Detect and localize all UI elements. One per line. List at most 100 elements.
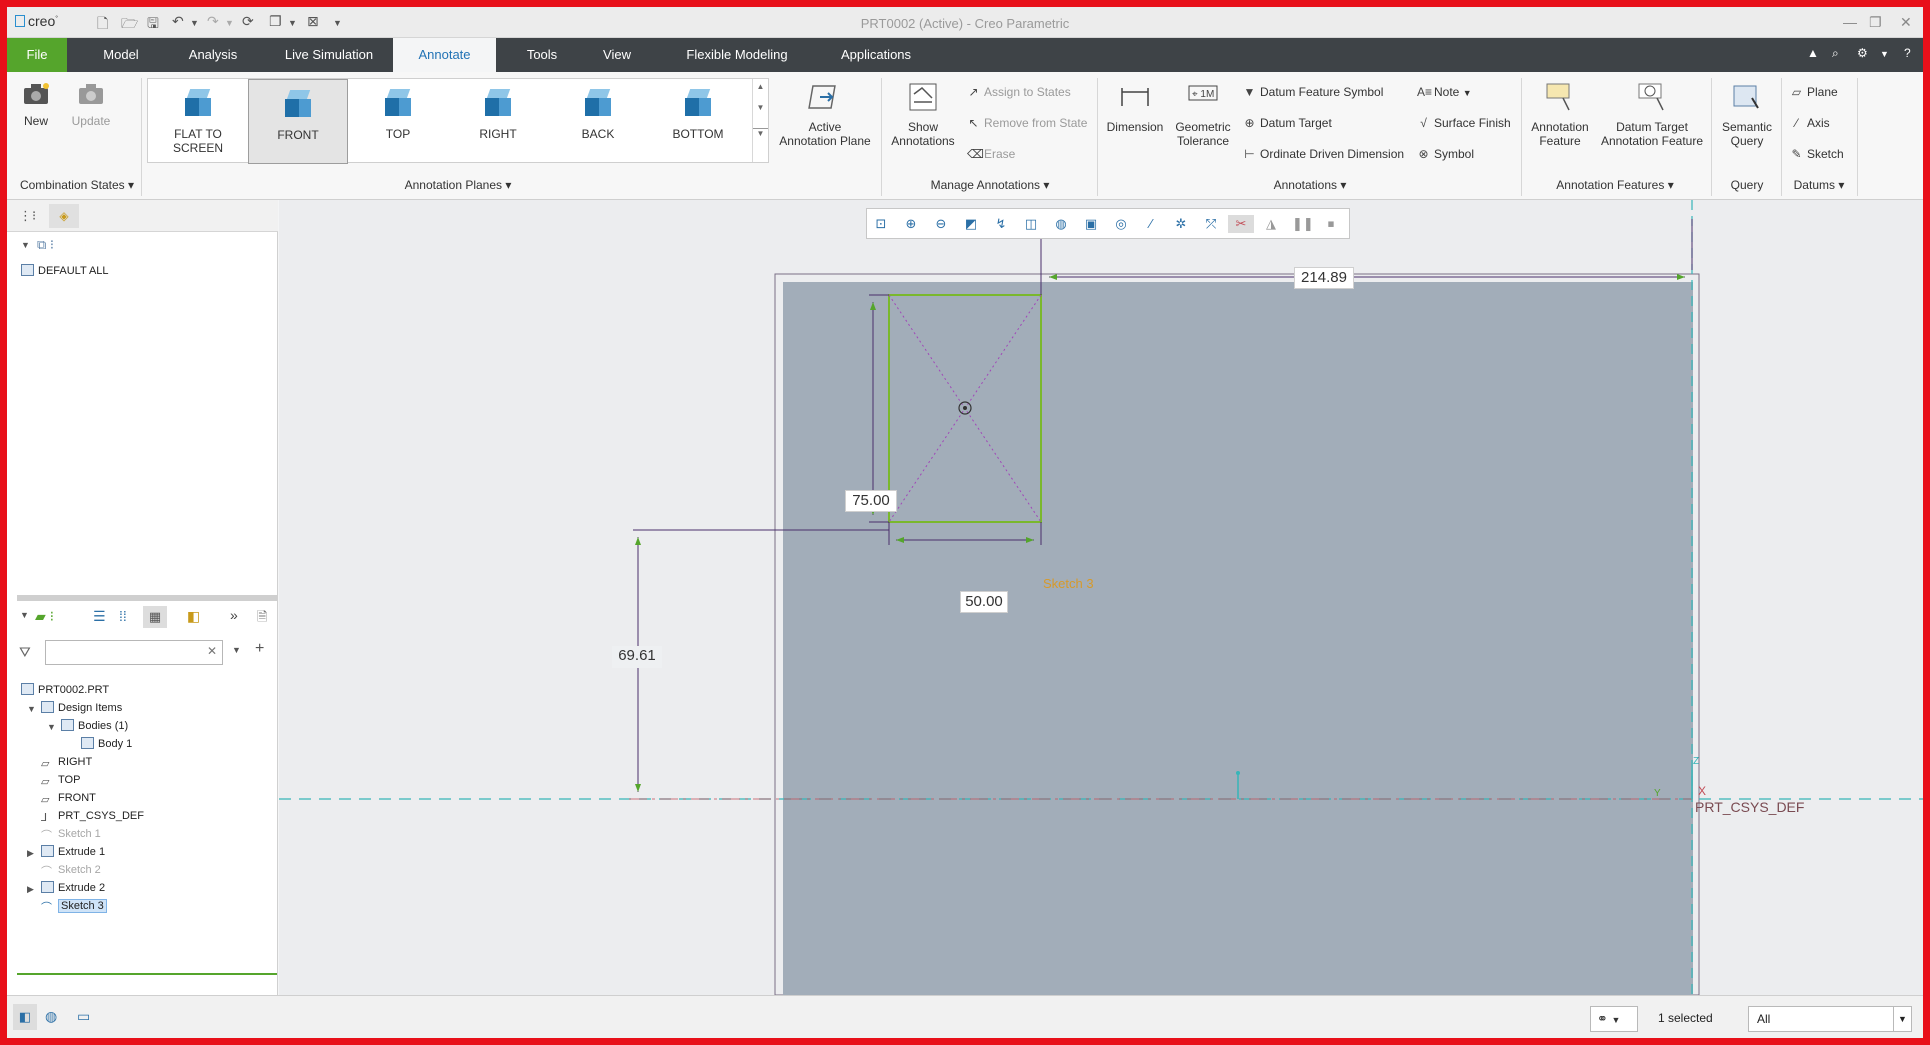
annotation-feature-button[interactable]: Annotation Feature xyxy=(1525,80,1595,148)
assign-to-states-button[interactable]: ↗ Assign to States xyxy=(967,85,1070,99)
tab-applications[interactable]: Applications xyxy=(825,38,927,72)
tab-tools[interactable]: Tools xyxy=(512,38,572,72)
tab-live-simulation[interactable]: Live Simulation xyxy=(270,38,388,72)
clear-search-icon[interactable]: ✕ xyxy=(207,644,217,658)
insert-here-marker[interactable] xyxy=(17,973,277,975)
annotation-display-icon[interactable]: ✲ xyxy=(1172,215,1190,233)
expand-extrude-2-icon[interactable]: ▶ xyxy=(27,884,34,895)
tab-annotate[interactable]: Annotate xyxy=(393,38,496,72)
repaint-icon[interactable]: ◩ xyxy=(962,215,980,233)
tree-item-extrude-1[interactable]: Extrude 1 xyxy=(41,844,105,860)
plane-flat-to-screen[interactable]: FLAT TO SCREEN xyxy=(148,79,248,164)
find-dropdown-icon[interactable]: ▼ xyxy=(1612,1015,1621,1025)
semantic-query-button[interactable]: Semantic Query xyxy=(1715,80,1779,148)
dimension-214-89[interactable]: 214.89 xyxy=(1294,267,1354,289)
layers-icon[interactable]: ⧉ ⁝ xyxy=(37,237,54,253)
dimension-button[interactable]: Dimension xyxy=(1101,80,1169,134)
search-icon[interactable]: ⌕ xyxy=(1832,46,1839,61)
annotation-features-group-label[interactable]: Annotation Features ▾ xyxy=(1525,178,1705,192)
refit-icon[interactable]: ⊡ xyxy=(872,215,890,233)
selection-filter-select[interactable]: All ▼ xyxy=(1748,1006,1912,1032)
tree-item-top-plane[interactable]: ▱ TOP xyxy=(41,772,80,788)
search-options-dropdown-icon[interactable]: ▼ xyxy=(232,645,241,655)
tree-item-csys[interactable]: ⅃ PRT_CSYS_DEF xyxy=(41,808,144,824)
model-canvas[interactable]: Z Y xyxy=(279,200,1923,995)
show-browser-icon[interactable]: ◍ xyxy=(45,1008,57,1025)
datum-plane-button[interactable]: ▱ Plane xyxy=(1790,85,1838,99)
filter-icon[interactable]: ⛛ xyxy=(19,644,31,661)
sketch-view-icon[interactable]: ✂ xyxy=(1228,215,1254,233)
tree-item-sketch-3[interactable]: ⌒ Sketch 3 xyxy=(41,898,107,914)
plane-bottom[interactable]: BOTTOM xyxy=(648,79,748,164)
tree-filter-view-icon[interactable]: ▦ xyxy=(143,606,167,628)
more-icon[interactable]: » xyxy=(230,607,238,623)
panel-splitter[interactable] xyxy=(17,595,277,601)
dimension-75-00[interactable]: 75.00 xyxy=(845,490,897,512)
view-manager-icon[interactable]: ▣ xyxy=(1082,215,1100,233)
pause-icon[interactable]: ❚❚ xyxy=(1292,215,1314,233)
gallery-scroll[interactable]: ▲ ▼ ▼ xyxy=(752,79,768,162)
tree-item-part[interactable]: PRT0002.PRT xyxy=(21,682,109,698)
tree-collapse-icon[interactable]: ▼ xyxy=(20,610,29,620)
show-navigator-icon[interactable]: ◧ xyxy=(13,1004,37,1030)
saved-orientations-icon[interactable]: ◍ xyxy=(1052,215,1070,233)
tab-analysis[interactable]: Analysis xyxy=(177,38,249,72)
datum-sketch-button[interactable]: ✎ Sketch xyxy=(1790,147,1843,161)
tree-item-body-1[interactable]: Body 1 xyxy=(81,736,132,752)
tree-item-right-plane[interactable]: ▱ RIGHT xyxy=(41,754,92,770)
help-icon[interactable]: ? xyxy=(1904,46,1911,60)
update-combination-state-button[interactable]: Update xyxy=(71,80,111,128)
datums-group-label[interactable]: Datums ▾ xyxy=(1783,178,1855,192)
tree-item-sketch-1[interactable]: ⌒ Sketch 1 xyxy=(41,826,101,842)
minimize-icon[interactable]: — xyxy=(1843,14,1857,30)
annotation-planes-group-label[interactable]: Annotation Planes ▾ xyxy=(147,178,769,192)
stop-icon[interactable]: ⏹ xyxy=(1322,215,1340,233)
new-combination-state-button[interactable]: New xyxy=(21,80,51,128)
add-column-icon[interactable]: + xyxy=(255,640,264,658)
scroll-up-icon[interactable]: ▲ xyxy=(753,82,768,91)
zoom-out-icon[interactable]: ⊖ xyxy=(932,215,950,233)
orient-icon[interactable]: ↯ xyxy=(992,215,1010,233)
datum-axis-button[interactable]: ⁄ Axis xyxy=(1790,116,1829,130)
combination-states-group-label[interactable]: Combination States ▾ xyxy=(14,178,140,192)
show-annotations-button[interactable]: Show Annotations xyxy=(885,80,961,148)
plane-back[interactable]: BACK xyxy=(548,79,648,164)
note-button[interactable]: A≡ Note ▼ xyxy=(1417,85,1472,99)
tab-model[interactable]: Model xyxy=(85,38,157,72)
active-annotation-plane-button[interactable]: Active Annotation Plane xyxy=(775,80,875,148)
layer-expand-icon[interactable]: ▼ xyxy=(21,240,30,250)
find-button[interactable]: ⚭ ▼ xyxy=(1590,1006,1638,1032)
datum-feature-symbol-button[interactable]: ▼ Datum Feature Symbol xyxy=(1243,85,1384,99)
surface-finish-button[interactable]: √ Surface Finish xyxy=(1417,116,1511,130)
tree-item-design-items[interactable]: Design Items xyxy=(41,700,122,716)
display-style-icon[interactable]: ◫ xyxy=(1022,215,1040,233)
tree-search-input[interactable]: ✕ xyxy=(45,640,223,665)
selected-count[interactable]: 1 selected xyxy=(1650,1006,1740,1032)
plane-right[interactable]: RIGHT xyxy=(448,79,548,164)
settings-doc-icon[interactable]: 🗎 xyxy=(257,608,267,630)
tree-item-extrude-2[interactable]: Extrude 2 xyxy=(41,880,105,896)
geometric-tolerance-button[interactable]: ⌖ 1M Geometric Tolerance xyxy=(1169,80,1237,148)
datum-display-icon[interactable]: ⁄ xyxy=(1142,215,1160,233)
plane-top[interactable]: TOP xyxy=(348,79,448,164)
datum-target-button[interactable]: ⊕ Datum Target xyxy=(1243,116,1331,130)
tab-view[interactable]: View xyxy=(587,38,647,72)
manage-annotations-group-label[interactable]: Manage Annotations ▾ xyxy=(885,178,1095,192)
remove-from-state-button[interactable]: ↖ Remove from State xyxy=(967,116,1087,130)
erase-button[interactable]: ⌫Erase xyxy=(967,147,1015,161)
perspective-icon[interactable]: ◎ xyxy=(1112,215,1130,233)
appearance-icon[interactable]: ◮ xyxy=(1262,215,1280,233)
tab-flexible-modeling[interactable]: Flexible Modeling xyxy=(671,38,803,72)
gallery-expand-icon[interactable]: ▼ xyxy=(753,128,768,138)
minimize-ribbon-icon[interactable]: ▲ xyxy=(1807,46,1819,60)
annotations-group-label[interactable]: Annotations ▾ xyxy=(1101,178,1519,192)
tree-item-bodies[interactable]: Bodies (1) xyxy=(61,718,128,734)
ordinate-driven-dimension-button[interactable]: ⊢ Ordinate Driven Dimension xyxy=(1243,147,1404,161)
datum-target-annotation-feature-button[interactable]: Datum Target Annotation Feature xyxy=(1599,80,1705,148)
symbol-button[interactable]: ⊗ Symbol xyxy=(1417,147,1474,161)
zoom-in-icon[interactable]: ⊕ xyxy=(902,215,920,233)
graphics-window[interactable]: Z Y ⊡ ⊕ ⊖ ◩ ↯ ◫ ◍ ▣ ◎ ⁄ ✲ ⤱ ✂ ◮ ❚❚ ⏹ 214… xyxy=(279,200,1923,995)
note-dropdown-icon[interactable]: ▼ xyxy=(1463,88,1472,98)
model-icon[interactable]: ▰ ⁝ xyxy=(35,608,54,625)
dimension-69-61[interactable]: 69.61 xyxy=(612,646,662,668)
